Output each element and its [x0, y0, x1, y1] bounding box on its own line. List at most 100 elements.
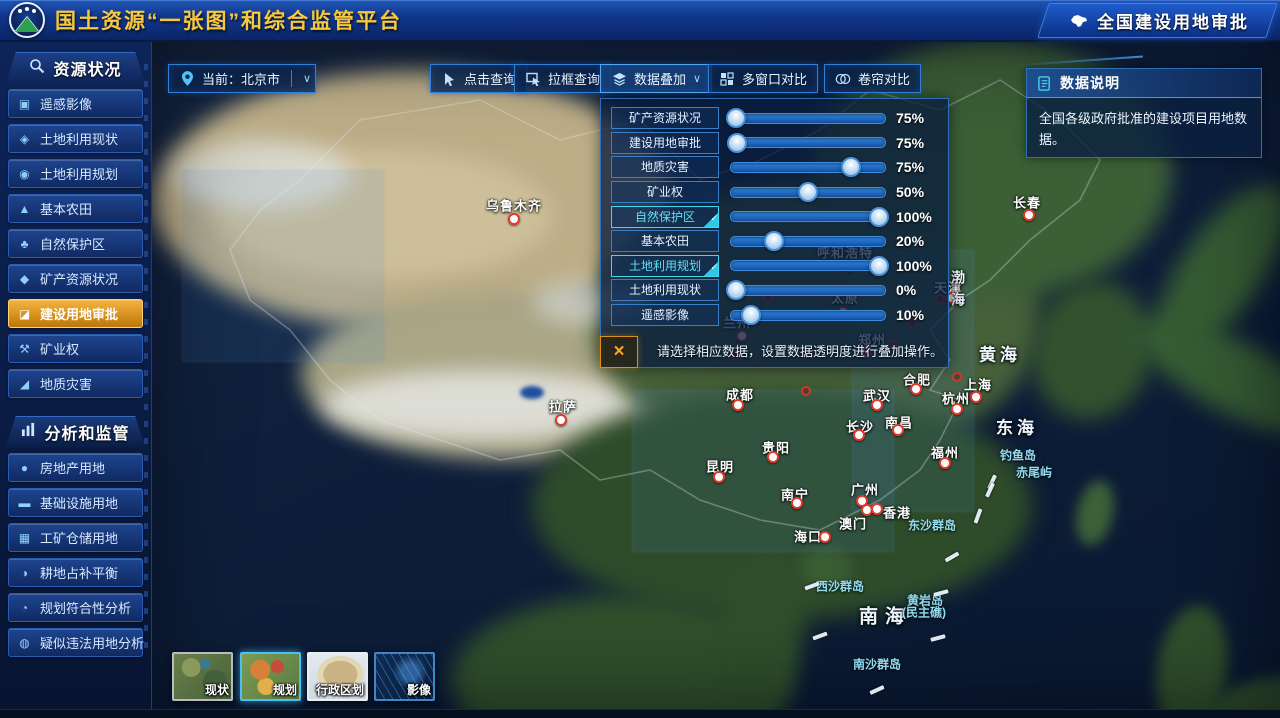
sidebar-item-label: 基础设施用地	[40, 493, 118, 512]
sidebar-item-0-1[interactable]: ◈土地利用现状	[8, 124, 143, 153]
sidebar-item-0-6[interactable]: ◪建设用地审批	[8, 299, 143, 328]
opacity-slider-1[interactable]	[730, 137, 886, 148]
hand-click-icon	[441, 71, 457, 87]
header-right-tab[interactable]: 全国建设用地审批	[1037, 3, 1277, 38]
slider-knob-8[interactable]	[741, 305, 761, 325]
basemap-thumb-label: 影像	[407, 681, 431, 698]
slider-knob-6[interactable]	[869, 256, 889, 276]
chevron-down-icon[interactable]: ∨	[303, 72, 311, 85]
city-marker	[871, 399, 883, 411]
map-search-icon	[29, 58, 45, 79]
sidebar-item-label: 土地利用现状	[40, 129, 118, 148]
opacity-value-1: 75%	[896, 135, 938, 151]
sea-label: 黄海	[979, 341, 1021, 366]
layer-toggle-7[interactable]: 土地利用现状	[611, 279, 719, 301]
sidebar-section-0: 资源状况 ▣遥感影像 ◈土地利用现状 ◉土地利用规划 ▲基本农田 ♣自然保护区 ◆矿产资源状…	[0, 52, 151, 398]
sidebar-item-label: 自然保护区	[40, 234, 105, 253]
layer-toggle-3[interactable]: 矿业权	[611, 181, 719, 203]
sidebar-item-1-5[interactable]: ◍ 疑似违法用地分析	[8, 628, 143, 657]
slider-knob-5[interactable]	[764, 231, 784, 251]
opacity-slider-3[interactable]	[730, 187, 886, 198]
opacity-slider-4[interactable]	[730, 211, 886, 222]
slider-knob-3[interactable]	[798, 182, 818, 202]
data-description-title: 数据说明	[1060, 73, 1120, 93]
basemap-thumb-admin[interactable]: 行政区划	[307, 652, 368, 701]
mining-rights-icon: ⚒	[17, 342, 32, 356]
sea-label: 渤海	[948, 270, 968, 314]
sidebar-item-0-8[interactable]: ◢地质灾害	[8, 369, 143, 398]
opacity-slider-7[interactable]	[730, 285, 886, 296]
layer-toggle-8[interactable]: 遥感影像	[611, 304, 719, 326]
sidebar-item-0-3[interactable]: ▲基本农田	[8, 194, 143, 223]
layer-toggle-4[interactable]: 自然保护区	[611, 206, 719, 228]
sidebar-section-title: 分析和监管	[6, 416, 145, 447]
slider-knob-4[interactable]	[869, 207, 889, 227]
city-marker	[970, 391, 982, 403]
overlay-row-3: 矿业权50%	[611, 180, 938, 205]
layer-toggle-1[interactable]: 建设用地审批	[611, 132, 719, 154]
sidebar-item-label: 规划符合性分析	[40, 598, 131, 617]
sidebar-item-0-7[interactable]: ⚒矿业权	[8, 334, 143, 363]
slider-knob-0[interactable]	[726, 108, 746, 128]
toolbar-button-2[interactable]: 数据叠加∨	[600, 64, 712, 93]
slider-knob-2[interactable]	[841, 157, 861, 177]
bottom-bar	[0, 709, 1280, 718]
sidebar-item-1-0[interactable]: ●房地产用地	[8, 453, 143, 482]
data-description-header: 数据说明	[1027, 69, 1261, 98]
toolbar-button-4[interactable]: 卷帘对比	[824, 64, 921, 93]
layer-toggle-6[interactable]: 土地利用规划	[611, 255, 719, 277]
land-resources-logo-icon	[9, 2, 45, 38]
sidebar-item-1-2[interactable]: ▦工矿仓储用地	[8, 523, 143, 552]
sidebar-item-label: 遥感影像	[40, 94, 92, 113]
toolbar-button-3[interactable]: 多窗口对比	[708, 64, 818, 93]
layer-toggle-2[interactable]: 地质灾害	[611, 156, 719, 178]
nine-dash-line-segment	[974, 508, 983, 523]
sidebar-item-1-4[interactable]: ◔ 规划符合性分析	[8, 593, 143, 622]
city-marker	[892, 424, 904, 436]
sidebar-item-0-4[interactable]: ♣自然保护区	[8, 229, 143, 258]
sidebar-item-0-5[interactable]: ◆矿产资源状况	[8, 264, 143, 293]
opacity-slider-8[interactable]	[730, 310, 886, 321]
sea-label: 东海	[996, 414, 1038, 439]
box-select-icon	[525, 71, 541, 87]
sidebar-section-title: 资源状况	[6, 52, 145, 83]
real-estate-icon: ●	[17, 461, 32, 475]
sidebar-item-0-0[interactable]: ▣遥感影像	[8, 89, 143, 118]
basemap-thumb-plan[interactable]: 规划	[240, 652, 301, 701]
current-region-selector[interactable]: 当前：北京市 ∨	[168, 64, 316, 93]
island-label: 钓鱼岛	[1000, 447, 1036, 464]
toolbar-button-label: 卷帘对比	[858, 69, 910, 88]
compliance-analysis-icon: ◔	[17, 601, 32, 615]
nine-dash-line-segment	[985, 482, 995, 497]
layers-icon	[611, 71, 627, 87]
opacity-slider-5[interactable]	[730, 236, 886, 247]
map-canvas[interactable]: 乌鲁木齐长春呼和浩特天津太原兰州郑州合肥上海杭州武汉南昌长沙成都拉萨贵阳昆明福州…	[152, 40, 1280, 710]
location-pin-icon: ◉	[17, 167, 32, 181]
sidebar-item-0-2[interactable]: ◉土地利用规划	[8, 159, 143, 188]
opacity-slider-2[interactable]	[730, 162, 886, 173]
slider-knob-1[interactable]	[727, 133, 747, 153]
city-marker	[713, 471, 725, 483]
city-label: 澳门	[839, 514, 867, 533]
opacity-slider-6[interactable]	[730, 260, 886, 271]
header-right-tab-label: 全国建设用地审批	[1097, 8, 1249, 33]
layer-toggle-5[interactable]: 基本农田	[611, 230, 719, 252]
sidebar-item-1-3[interactable]: ◑耕地占补平衡	[8, 558, 143, 587]
opacity-slider-0[interactable]	[730, 113, 886, 124]
toolbar-button-label: 点击查询	[464, 69, 516, 88]
geo-hazard-icon: ◢	[17, 377, 32, 391]
basemap-thumb-status[interactable]: 现状	[172, 652, 233, 701]
chip-divider	[291, 70, 292, 87]
sidebar-item-1-1[interactable]: ▬基础设施用地	[8, 488, 143, 517]
basemap-thumb-imagery[interactable]: 影像	[374, 652, 435, 701]
sidebar-item-label: 疑似违法用地分析	[40, 633, 144, 652]
toolbar-button-1[interactable]: 拉框查询	[514, 64, 611, 93]
close-overlay-button[interactable]: ×	[600, 336, 638, 368]
illegal-use-alert-icon: ◍	[17, 636, 32, 650]
slider-knob-7[interactable]	[726, 280, 746, 300]
layer-toggle-0[interactable]: 矿产资源状况	[611, 107, 719, 129]
bar-chart-icon	[21, 422, 36, 442]
opacity-value-8: 10%	[896, 307, 938, 323]
city-marker	[732, 399, 744, 411]
toolbar-button-0[interactable]: 点击查询	[430, 64, 527, 93]
